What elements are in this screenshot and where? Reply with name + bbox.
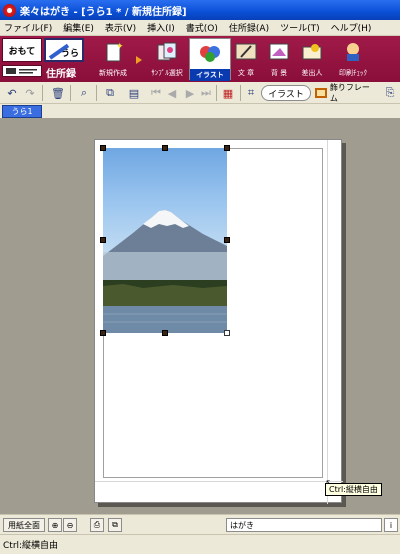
resize-handle-n[interactable]	[162, 145, 168, 151]
layer-icon[interactable]: ⧉	[102, 85, 118, 101]
zoom-bar: 用紙全面 ⊕ ⊖ ⎙ ⧉ はがき i	[0, 514, 400, 534]
new-doc-label: 新規作成	[99, 69, 127, 77]
resize-tooltip: Ctrl:縦横自由	[325, 483, 382, 496]
new-doc-icon: ✦	[106, 42, 124, 62]
editing-canvas[interactable]: ⤡ Ctrl:縦横自由	[0, 118, 400, 514]
new-doc-button[interactable]: ✦ 新規作成	[92, 38, 134, 80]
print-check-icon	[347, 43, 359, 61]
info-icon[interactable]: i	[384, 518, 398, 532]
sample-select-label: ｻﾝﾌﾟﾙ選択	[151, 69, 183, 77]
decorative-frame-button[interactable]: 飾りフレーム	[315, 83, 377, 103]
paper-type-field[interactable]: はがき	[226, 518, 382, 532]
menu-file[interactable]: ファイル(F)	[4, 21, 52, 34]
grid-icon[interactable]: ▦	[220, 85, 236, 101]
menu-format[interactable]: 書式(O)	[186, 21, 218, 34]
menu-tools[interactable]: ツール(T)	[280, 21, 320, 34]
omote-side-button[interactable]: おもて	[2, 38, 42, 62]
resize-handle-e[interactable]	[224, 237, 230, 243]
illustration-icon	[200, 46, 220, 62]
illustration-mode-label: イラスト	[268, 89, 304, 100]
last-page-icon[interactable]: ⏭	[198, 85, 214, 101]
main-toolbar: おもて うら 住所録 ✦ 新規作成 ｻﾝﾌﾟﾙ選択 イラスト 文 章 背 景 差…	[0, 36, 400, 82]
redo-icon[interactable]: ↷	[22, 85, 38, 101]
window-title: 楽々はがき - [うら1 * / 新規住所録]	[20, 6, 187, 18]
resize-tooltip-text: Ctrl:縦横自由	[329, 485, 378, 494]
menu-view[interactable]: 表示(V)	[105, 21, 136, 34]
title-bar: 楽々はがき - [うら1 * / 新規住所録]	[0, 0, 400, 20]
edit-toolbar: ↶ ↷ 🗑 ⌕ ⧉ ▤ ⏮ ◀ ▶ ⏭ ▦ ⌗ イラスト 飾りフレーム ⎘	[0, 82, 400, 104]
app-logo-icon	[3, 3, 16, 17]
guide-line-horizontal	[95, 481, 343, 482]
address-book-toggle[interactable]	[2, 65, 42, 77]
page-setup-icon[interactable]: ▤	[126, 85, 142, 101]
print-check-button[interactable]: 印刷ﾁｪｯｸ	[332, 38, 374, 80]
menu-help[interactable]: ヘルプ(H)	[331, 21, 372, 34]
sender-label: 差出人	[301, 69, 323, 77]
sample-select-icon	[157, 42, 177, 61]
decorative-frame-label: 飾りフレーム	[329, 83, 370, 103]
copy-page-icon[interactable]: ⧉	[108, 518, 122, 532]
fit-page-label: 用紙全面	[8, 520, 40, 530]
address-card-icon	[6, 68, 37, 74]
resize-handle-nw[interactable]	[100, 145, 106, 151]
document-tabs: うら1	[0, 104, 400, 118]
omote-label: おもて	[8, 46, 36, 57]
first-page-icon[interactable]: ⏮	[148, 85, 164, 101]
prev-page-icon[interactable]: ◀	[164, 85, 180, 101]
postcard-paper[interactable]	[94, 139, 343, 504]
zoom-in-icon[interactable]: ⊕	[48, 518, 62, 532]
text-icon	[235, 43, 257, 60]
background-icon	[269, 43, 289, 60]
crop-icon[interactable]: ⌗	[243, 85, 259, 101]
sender-button[interactable]: 差出人	[291, 38, 333, 80]
menu-address-book[interactable]: 住所録(A)	[229, 21, 269, 34]
ura-side-button[interactable]: うら	[44, 38, 84, 62]
resize-handle-ne[interactable]	[224, 145, 230, 151]
paper-type-value: はがき	[230, 520, 254, 530]
resize-handle-sw[interactable]	[100, 330, 106, 336]
guide-line-vertical	[327, 140, 328, 504]
sample-select-button[interactable]: ｻﾝﾌﾟﾙ選択	[146, 38, 188, 80]
print-check-label: 印刷ﾁｪｯｸ	[339, 69, 367, 77]
menu-bar: ファイル(F) 編集(E) 表示(V) 挿入(I) 書式(O) 住所録(A) ツ…	[0, 20, 400, 36]
status-bar: Ctrl:縦横自由	[0, 534, 400, 554]
sender-icon	[302, 44, 322, 60]
print-preview-icon[interactable]: ⎙	[90, 518, 104, 532]
magnify-icon[interactable]: ⌕	[76, 85, 92, 101]
resize-handle-se[interactable]	[224, 330, 230, 336]
illustration-label: イラスト	[190, 69, 230, 81]
frame-icon	[315, 88, 327, 98]
mount-fuji-photo[interactable]	[103, 148, 227, 333]
arrow-icon	[136, 56, 142, 64]
zoom-out-icon[interactable]: ⊖	[63, 518, 77, 532]
next-page-icon[interactable]: ▶	[182, 85, 198, 101]
svg-text:✦: ✦	[116, 42, 124, 52]
resize-handle-s[interactable]	[162, 330, 168, 336]
address-book-label: 住所録	[46, 69, 76, 80]
fit-page-button[interactable]: 用紙全面	[3, 518, 45, 532]
menu-insert[interactable]: 挿入(I)	[147, 21, 175, 34]
tab-ura1[interactable]: うら1	[2, 105, 42, 118]
tab-ura1-label: うら1	[11, 107, 33, 116]
menu-edit[interactable]: 編集(E)	[63, 21, 94, 34]
export-icon[interactable]: ⎘	[382, 85, 398, 101]
resize-handle-w[interactable]	[100, 237, 106, 243]
undo-icon[interactable]: ↶	[4, 85, 20, 101]
trash-icon[interactable]: 🗑	[50, 85, 66, 101]
status-text: Ctrl:縦横自由	[3, 541, 59, 551]
side-switch: おもて うら 住所録	[0, 38, 86, 80]
mount-fuji-image	[103, 210, 227, 333]
illustration-mode-pill[interactable]: イラスト	[261, 85, 311, 101]
